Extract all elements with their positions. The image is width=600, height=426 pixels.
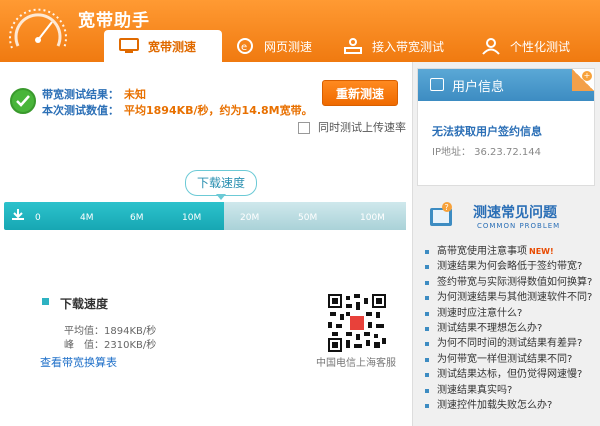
tick-label: 20M (240, 213, 260, 223)
faq-list: 高带宽使用注意事项 NEW! 测速结果为何会略低于签约带宽? 签约带宽与实际测得数… (423, 244, 599, 413)
peak-speed: 峰 值：2310KB/秒 (64, 340, 157, 351)
faq-item[interactable]: 测速控件加载失败怎么办? (423, 398, 599, 413)
svg-text:?: ? (445, 203, 449, 212)
user-card-icon (430, 78, 444, 91)
main-tabs: 宽带测速 e 网页测速 接入带宽测试 个性化测试 (104, 30, 600, 62)
faq-subtitle: COMMON PROBLEM (477, 222, 561, 230)
faq-title: 测速常见问题 (473, 205, 557, 221)
average-speed: 平均值：1894KB/秒 (64, 326, 157, 337)
faq-item[interactable]: 测速时应注意什么? (423, 306, 599, 321)
tick-label: 50M (298, 213, 318, 223)
speed-label: 本次测试数值： (42, 104, 119, 117)
app-header: 宽带助手 宽带测速 e 网页测速 接入带宽测试 个性化测试 (0, 0, 600, 62)
tab-label: 宽带测速 (148, 39, 197, 54)
download-icon (12, 209, 24, 220)
user-icon (480, 37, 502, 55)
tick-label: 6M (130, 213, 144, 223)
connection-icon (342, 37, 364, 55)
user-info-message: 无法获取用户签约信息 (432, 125, 542, 138)
faq-item-text[interactable]: 高带宽使用注意事项 (437, 246, 527, 257)
info-sidebar: 用户信息 + 无法获取用户签约信息 IP地址： 36.23.72.144 ? 测… (412, 62, 600, 426)
download-speed-title: 下载速度 (60, 297, 109, 311)
bullet-square (42, 298, 49, 305)
faq-item[interactable]: 高带宽使用注意事项 NEW! (423, 244, 599, 259)
tab-label: 接入带宽测试 (372, 39, 445, 54)
faq-item[interactable]: 签约带宽与实际测得数值如何换算? (423, 275, 599, 290)
user-info-box: 用户信息 + 无法获取用户签约信息 IP地址： 36.23.72.144 (417, 68, 595, 186)
tab-label: 网页测速 (264, 39, 313, 54)
faq-item[interactable]: 测试结果不理想怎么办? (423, 321, 599, 336)
tab-access-bandwidth[interactable]: 接入带宽测试 (342, 30, 472, 62)
speed-test-panel: 带宽测试结果： 未知 本次测试数值： 平均1894KB/秒，约为14.8M宽带。… (0, 62, 412, 426)
app-title: 宽带助手 (78, 11, 150, 31)
tab-broadband-speed[interactable]: 宽带测速 (104, 30, 222, 62)
monitor-icon (118, 37, 140, 55)
speed-meter-bar: 0 4M 6M 10M 20M 50M 100M (4, 202, 406, 230)
result-value: 未知 (124, 88, 146, 101)
user-info-header: 用户信息 (418, 69, 594, 101)
result-label: 带宽测试结果： (42, 88, 119, 101)
tick-label: 100M (360, 213, 385, 223)
browser-icon: e (234, 37, 256, 55)
page-curl-icon: + (572, 69, 594, 91)
speed-meter-tag: 下载速度 (185, 170, 257, 200)
qr-code-icon (328, 294, 386, 352)
speedometer-logo-icon (9, 8, 67, 49)
upload-test-label: 同时测试上传速率 (318, 121, 406, 134)
tab-label: 个性化测试 (510, 39, 571, 54)
tab-web-speed[interactable]: e 网页测速 (234, 30, 334, 62)
qr-caption: 中国电信上海客服 (316, 358, 396, 369)
user-info-title: 用户信息 (452, 80, 505, 95)
check-icon (10, 88, 36, 114)
retest-button[interactable]: 重新测速 (322, 80, 398, 106)
tick-label: 10M (182, 213, 202, 223)
tab-personalized[interactable]: 个性化测试 (480, 30, 598, 62)
faq-item[interactable]: 测试结果达标，但仍觉得网速慢? (423, 367, 599, 382)
new-badge: NEW! (529, 247, 554, 256)
tick-label: 0 (35, 213, 41, 223)
bandwidth-table-link[interactable]: 查看带宽换算表 (40, 354, 117, 370)
faq-item[interactable]: 测速结果为何会略低于签约带宽? (423, 259, 599, 274)
faq-item[interactable]: 为何测速结果与其他测速软件不同? (423, 290, 599, 305)
tick-label: 4M (80, 213, 94, 223)
faq-item[interactable]: 为何带宽一样但测试结果不同? (423, 352, 599, 367)
faq-item[interactable]: 测速结果真实吗? (423, 383, 599, 398)
upload-test-checkbox[interactable] (298, 122, 310, 134)
faq-item[interactable]: 为何不同时间的测试结果有差异? (423, 336, 599, 351)
svg-text:e: e (241, 42, 247, 53)
ip-address: IP地址： 36.23.72.144 (432, 147, 541, 158)
speed-value: 平均1894KB/秒，约为14.8M宽带。 (124, 104, 313, 117)
faq-book-icon: ? (430, 202, 452, 226)
